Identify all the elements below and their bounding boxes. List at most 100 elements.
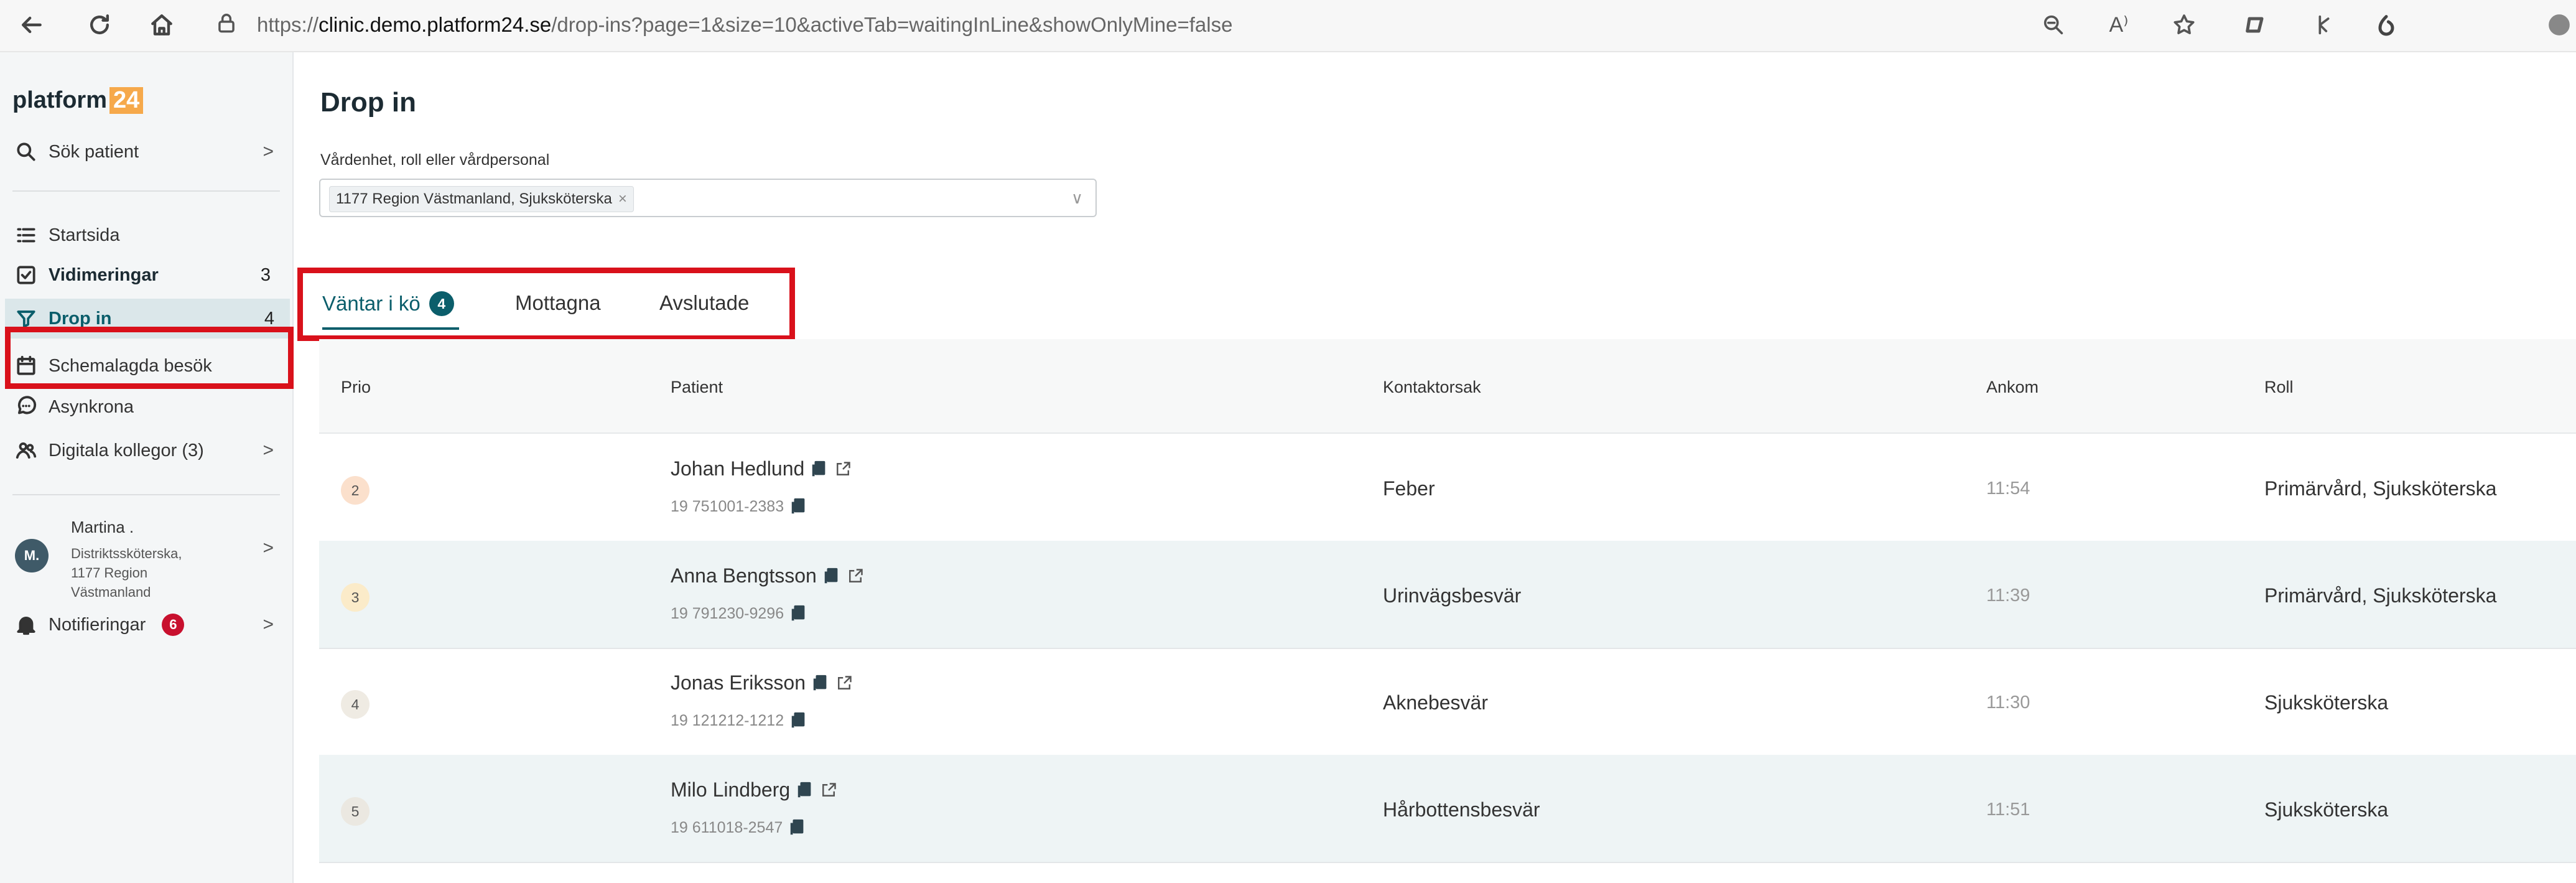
table-row[interactable]: 5 Milo Lindberg 19 611018-2547 Hårbotten… bbox=[319, 755, 2576, 863]
copy-icon[interactable] bbox=[790, 711, 807, 730]
favorite-star-icon[interactable] bbox=[2168, 9, 2200, 41]
patient-name[interactable]: Jonas Eriksson bbox=[671, 671, 853, 694]
chevron-right-icon: > bbox=[263, 141, 274, 162]
address-bar[interactable]: https://clinic.demo.platform24.se/drop-i… bbox=[215, 6, 1232, 44]
contact-reason: Hårbottensbesvär bbox=[1383, 798, 1540, 821]
notification-badge: 6 bbox=[162, 614, 185, 636]
search-patient-label: Sök patient bbox=[49, 141, 139, 162]
external-link-icon[interactable] bbox=[834, 460, 852, 479]
checkbox-icon bbox=[12, 261, 40, 289]
arrival-time: 11:39 bbox=[1986, 586, 2030, 605]
filter-select[interactable]: 1177 Region Västmanland, Sjuksköterska ×… bbox=[319, 179, 1097, 217]
sidebar-item-label: Drop in bbox=[49, 308, 112, 329]
personal-number: 19 121212-1212 bbox=[671, 711, 807, 730]
read-aloud-label: A⁾ bbox=[2109, 13, 2129, 37]
filter-label: Vårdenhet, roll eller vårdpersonal bbox=[320, 151, 550, 169]
contact-reason: Urinvägsbesvär bbox=[1383, 584, 1522, 607]
patient-name[interactable]: Milo Lindberg bbox=[671, 778, 837, 801]
personal-number: 19 611018-2547 bbox=[671, 818, 806, 837]
user-profile[interactable]: M. Martina . Distriktssköterska, 1177 Re… bbox=[12, 513, 286, 619]
read-aloud-icon[interactable]: A⁾ bbox=[2103, 9, 2135, 41]
personal-number: 19 751001-2383 bbox=[671, 497, 807, 516]
copy-icon[interactable] bbox=[811, 460, 828, 479]
personal-number: 19 791230-9296 bbox=[671, 604, 807, 623]
sidebar-divider bbox=[12, 190, 280, 192]
patient-name-text: Jonas Eriksson bbox=[671, 671, 806, 694]
copy-icon[interactable] bbox=[789, 818, 806, 837]
column-header-roll[interactable]: Roll bbox=[2264, 378, 2294, 397]
url-text[interactable]: https://clinic.demo.platform24.se/drop-i… bbox=[257, 13, 1232, 37]
sidebar-item-startsida[interactable]: Startsida bbox=[12, 217, 286, 254]
external-link-icon[interactable] bbox=[847, 567, 864, 586]
personal-number-text: 19 611018-2547 bbox=[671, 818, 783, 836]
external-link-icon[interactable] bbox=[820, 781, 837, 800]
external-link-icon[interactable] bbox=[835, 674, 853, 693]
search-icon bbox=[12, 138, 40, 166]
table-row[interactable]: 3 Anna Bengtsson 19 791230-9296 Urinvägs… bbox=[319, 541, 2576, 649]
copy-icon[interactable] bbox=[812, 674, 829, 693]
filter-chip[interactable]: 1177 Region Västmanland, Sjuksköterska × bbox=[329, 186, 634, 212]
sidebar: platform 24 Sök patient > Startsida Vidim… bbox=[0, 52, 294, 883]
chevron-right-icon: > bbox=[263, 614, 274, 635]
user-name: Martina . bbox=[71, 518, 134, 536]
table-header: Prio Patient Kontaktorsak Ankom Roll bbox=[319, 339, 2576, 434]
column-header-prio[interactable]: Prio bbox=[341, 378, 371, 397]
extension-2-icon[interactable] bbox=[2308, 9, 2340, 41]
search-patient-link[interactable]: Sök patient > bbox=[12, 133, 286, 171]
refresh-icon[interactable] bbox=[82, 7, 117, 42]
chip-remove-icon[interactable]: × bbox=[618, 190, 627, 208]
platform24-logo[interactable]: platform 24 bbox=[12, 87, 144, 114]
personal-number-text: 19 121212-1212 bbox=[671, 711, 784, 729]
extension-3-icon[interactable] bbox=[2370, 9, 2402, 41]
url-path: /drop-ins?page=1&size=10&activeTab=waiti… bbox=[551, 13, 1233, 36]
sidebar-item-label: Vidimeringar bbox=[49, 264, 159, 285]
contact-reason: Aknebesvär bbox=[1383, 691, 1488, 714]
bell-icon bbox=[12, 611, 40, 638]
copy-icon[interactable] bbox=[790, 497, 807, 516]
copy-icon[interactable] bbox=[796, 781, 814, 800]
column-header-kontaktorsak[interactable]: Kontaktorsak bbox=[1383, 378, 1481, 397]
sidebar-item-count: 3 bbox=[260, 264, 271, 285]
patient-name-text: Anna Bengtsson bbox=[671, 564, 817, 587]
sidebar-item-notifieringar[interactable]: Notifieringar 6 > bbox=[12, 606, 286, 643]
avatar: M. bbox=[15, 539, 49, 572]
patient-name[interactable]: Anna Bengtsson bbox=[671, 564, 864, 587]
highlight-box-drop-in bbox=[5, 327, 294, 389]
column-header-patient[interactable]: Patient bbox=[671, 378, 723, 397]
site-info-icon[interactable] bbox=[215, 12, 238, 39]
sidebar-item-asynkrona[interactable]: Asynkrona bbox=[12, 388, 286, 426]
zoom-out-icon[interactable] bbox=[2037, 9, 2070, 41]
sidebar-item-digitala-kollegor[interactable]: Digitala kollegor (3) > bbox=[12, 432, 286, 469]
copy-icon[interactable] bbox=[823, 567, 840, 586]
back-icon[interactable] bbox=[14, 7, 49, 42]
patient-name[interactable]: Johan Hedlund bbox=[671, 457, 852, 480]
chevron-down-icon[interactable]: ∨ bbox=[1071, 189, 1083, 208]
sidebar-item-label: Asynkrona bbox=[49, 396, 134, 417]
chevron-right-icon: > bbox=[263, 538, 274, 558]
page: https://clinic.demo.platform24.se/drop-i… bbox=[0, 0, 2576, 883]
people-icon bbox=[12, 437, 40, 464]
url-prefix: https:// bbox=[257, 13, 319, 36]
personal-number-text: 19 751001-2383 bbox=[671, 497, 784, 515]
role: Primärvård, Sjuksköterska bbox=[2264, 584, 2497, 607]
copy-icon[interactable] bbox=[790, 604, 807, 623]
patient-name-text: Milo Lindberg bbox=[671, 778, 791, 801]
priority-badge: 3 bbox=[341, 583, 370, 612]
profile-icon[interactable] bbox=[2543, 9, 2575, 41]
table-row[interactable]: 4 Jonas Eriksson 19 121212-1212 Aknebesv… bbox=[319, 648, 2576, 756]
chat-bubble-icon bbox=[12, 393, 40, 421]
sidebar-item-vidimeringar[interactable]: Vidimeringar 3 bbox=[12, 256, 286, 294]
column-header-ankom[interactable]: Ankom bbox=[1986, 378, 2039, 397]
personal-number-text: 19 791230-9296 bbox=[671, 604, 784, 622]
role: Primärvård, Sjuksköterska bbox=[2264, 477, 2497, 500]
role: Sjuksköterska bbox=[2264, 691, 2389, 714]
filter-chip-label: 1177 Region Västmanland, Sjuksköterska bbox=[336, 190, 612, 207]
list-icon bbox=[12, 222, 40, 249]
contact-reason: Feber bbox=[1383, 477, 1435, 500]
extension-icon[interactable] bbox=[2239, 9, 2272, 41]
home-icon[interactable] bbox=[144, 7, 179, 42]
user-role: Distriktssköterska, 1177 Region Västmanl… bbox=[71, 546, 182, 600]
table-row[interactable]: 2 Johan Hedlund 19 751001-2383 Feber 11:… bbox=[319, 434, 2576, 542]
arrival-time: 11:54 bbox=[1986, 479, 2030, 498]
arrival-time: 11:51 bbox=[1986, 800, 2030, 820]
